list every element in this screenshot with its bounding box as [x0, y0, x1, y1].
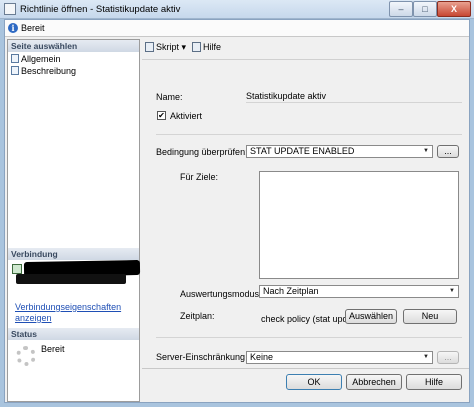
section-divider: [156, 134, 462, 135]
status-text: Bereit: [41, 344, 65, 354]
help-icon: [192, 42, 201, 52]
targets-list[interactable]: [259, 171, 459, 279]
info-icon: i: [8, 23, 18, 33]
page-item-label: Allgemein: [21, 54, 61, 64]
page-item-label: Beschreibung: [21, 66, 77, 76]
connection-properties-link[interactable]: Verbindungseigenschaften: [15, 302, 121, 312]
eval-mode-select[interactable]: Nach Zeitplan ▼: [259, 285, 459, 298]
page-item-general[interactable]: Allgemein: [11, 54, 61, 65]
status-header: Status: [8, 328, 139, 340]
cancel-button[interactable]: Abbrechen: [346, 374, 402, 390]
connection-properties-link-2[interactable]: anzeigen: [15, 313, 52, 323]
condition-label: Bedingung überprüfen:: [156, 147, 248, 157]
connection-header: Verbindung: [8, 248, 139, 260]
server-restriction-label: Server-Einschränkung: [156, 352, 246, 362]
choose-schedule-button[interactable]: Auswählen: [345, 309, 397, 324]
infobar-status-text: Bereit: [21, 23, 45, 33]
script-label: Skript: [156, 42, 180, 52]
condition-select[interactable]: STAT UPDATE ENABLED ▼: [246, 145, 433, 158]
ok-button[interactable]: OK: [286, 374, 342, 390]
name-underline: [246, 102, 462, 103]
help-button[interactable]: Hilfe: [406, 374, 462, 390]
server-connection-icon: [12, 264, 22, 274]
right-pane: Skript ▾ Hilfe Name: Statistikupdate akt…: [142, 39, 469, 369]
status-infobar: i Bereit: [5, 20, 469, 37]
schedule-value: check policy (stat upd: [261, 314, 348, 324]
eval-mode-label: Auswertungsmodus:: [180, 289, 262, 299]
window-title: Richtlinie öffnen - Statistikupdate akti…: [20, 4, 181, 15]
targets-label: Für Ziele:: [180, 172, 219, 182]
condition-value: STAT UPDATE ENABLED: [250, 146, 355, 156]
enabled-checkbox[interactable]: ✔: [157, 111, 166, 120]
page-icon: [11, 66, 19, 75]
name-value: Statistikupdate aktiv: [246, 91, 327, 101]
toolbar-separator: [142, 59, 469, 60]
schedule-label: Zeitplan:: [180, 311, 215, 321]
server-restriction-browse-button[interactable]: ...: [437, 351, 459, 364]
enabled-label: Aktiviert: [170, 111, 203, 121]
left-pane: Seite auswählen Allgemein Beschreibung V…: [7, 39, 141, 402]
condition-browse-button[interactable]: ...: [437, 145, 459, 158]
server-restriction-select[interactable]: Keine ▼: [246, 351, 433, 364]
name-label: Name:: [156, 92, 183, 102]
dialog-client: i Bereit Seite auswählen Allgemein Besch…: [4, 19, 470, 403]
section-divider: [156, 337, 462, 338]
chevron-down-icon: ▼: [423, 148, 429, 154]
footer-divider: [142, 368, 469, 369]
redacted-connection-info: [16, 274, 126, 284]
help-label: Hilfe: [203, 42, 222, 52]
chevron-down-icon: ▾: [181, 42, 187, 52]
script-icon: [145, 42, 154, 52]
minimize-button[interactable]: –: [389, 1, 413, 17]
chevron-down-icon: ▼: [449, 288, 455, 294]
chevron-down-icon: ▼: [423, 354, 429, 360]
new-schedule-button[interactable]: Neu: [403, 309, 457, 324]
select-page-header: Seite auswählen: [8, 40, 139, 52]
close-button[interactable]: X: [437, 1, 471, 17]
window-icon: [4, 3, 16, 15]
title-bar: Richtlinie öffnen - Statistikupdate akti…: [0, 0, 474, 19]
server-restriction-value: Keine: [250, 352, 274, 362]
eval-mode-value: Nach Zeitplan: [263, 286, 319, 296]
page-item-description[interactable]: Beschreibung: [11, 66, 76, 77]
page-icon: [11, 54, 19, 63]
script-button[interactable]: Skript ▾: [145, 42, 186, 56]
progress-spinner-icon: [16, 346, 36, 366]
help-toolbar-button[interactable]: Hilfe: [192, 42, 221, 56]
maximize-button[interactable]: □: [413, 1, 437, 17]
